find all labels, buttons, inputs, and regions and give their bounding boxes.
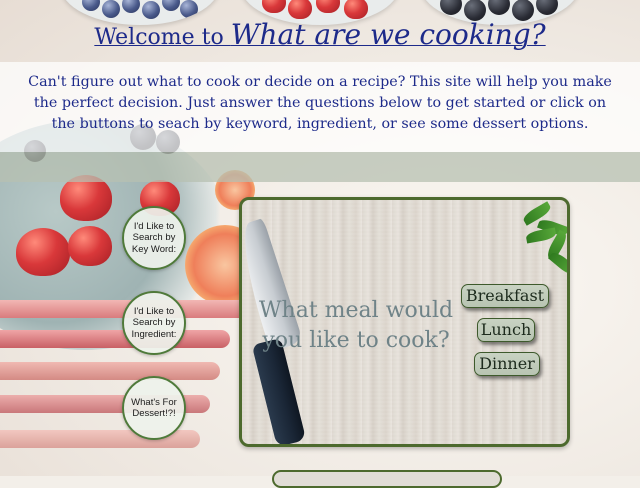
lunch-button[interactable]: Lunch xyxy=(477,318,535,342)
meal-question: What meal would you like to cook? xyxy=(258,298,454,353)
dessert-button[interactable]: What's For Dessert!?! xyxy=(122,376,186,440)
page-header: Welcome to What are we cooking? xyxy=(0,18,640,51)
breakfast-button[interactable]: Breakfast xyxy=(461,284,549,308)
divider-band xyxy=(0,152,640,182)
search-by-ingredient-button[interactable]: I'd Like to Search by Ingredient: xyxy=(122,291,186,355)
dessert-label: What's For Dessert!?! xyxy=(131,396,177,420)
next-section-edge xyxy=(272,470,502,488)
rhubarb-stalk xyxy=(0,330,230,348)
intro-text: Can't figure out what to cook or decide … xyxy=(28,74,612,132)
search-by-ingredient-label: I'd Like to Search by Ingredient: xyxy=(131,305,177,340)
search-by-keyword-button[interactable]: I'd Like to Search by Key Word: xyxy=(122,206,186,270)
page-title-question: What are we cooking? xyxy=(230,18,546,51)
page-title: Welcome to What are we cooking? xyxy=(94,18,545,51)
meal-selection-board: What meal would you like to cook? Breakf… xyxy=(239,197,570,447)
rhubarb-stalk xyxy=(0,362,220,380)
dinner-button[interactable]: Dinner xyxy=(474,352,540,376)
strawberry xyxy=(68,226,112,266)
search-by-keyword-label: I'd Like to Search by Key Word: xyxy=(131,220,177,255)
herb-leaf-icon xyxy=(547,249,567,278)
page-title-welcome: Welcome to xyxy=(94,25,231,50)
strawberry xyxy=(16,228,70,276)
